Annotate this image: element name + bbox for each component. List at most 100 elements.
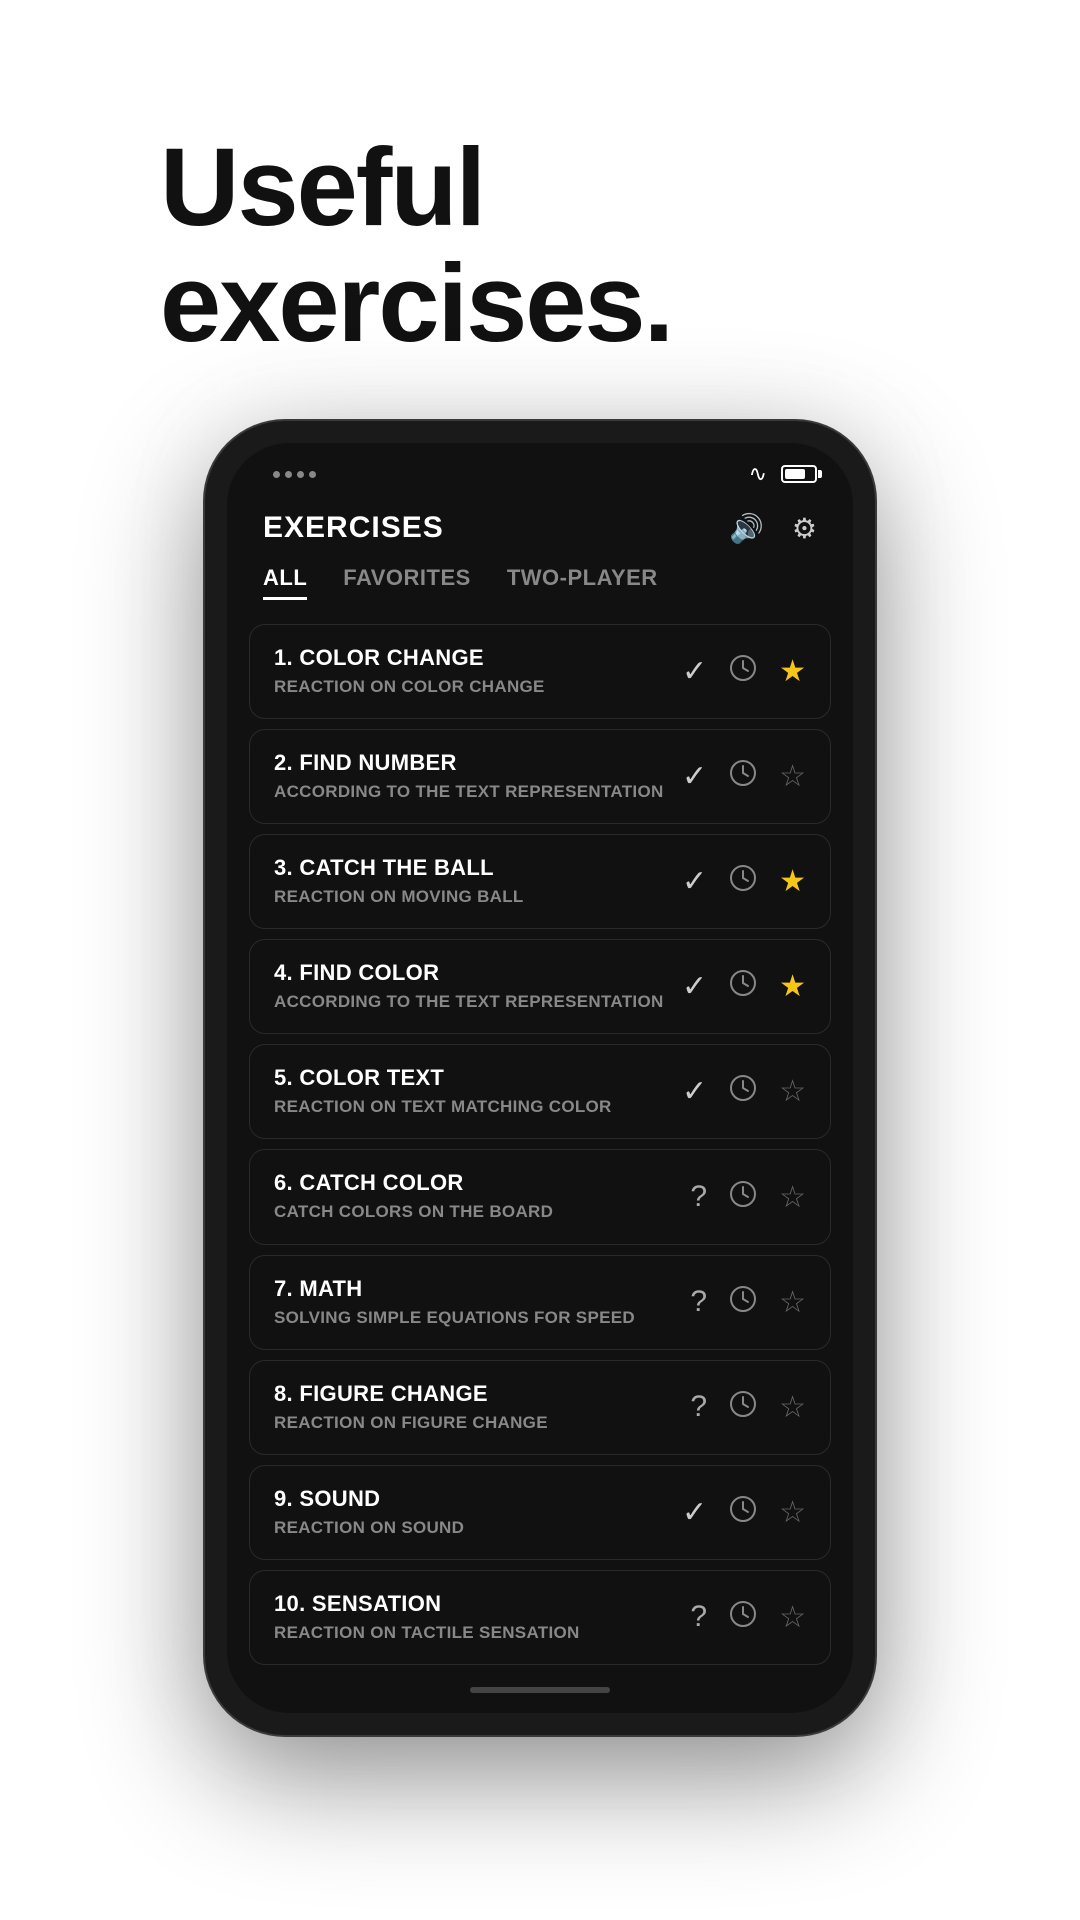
star-icon-8[interactable]: ☆ [779,1390,806,1425]
exercise-info-10: 10. SENSATION REACTION ON TACTILE SENSAT… [274,1591,672,1644]
exercise-item-5[interactable]: 5. COLOR TEXT REACTION ON TEXT MATCHING … [249,1044,831,1139]
exercise-info-5: 5. COLOR TEXT REACTION ON TEXT MATCHING … [274,1065,664,1118]
battery-icon [781,465,817,483]
exercise-info-2: 2. FIND NUMBER ACCORDING TO THE TEXT REP… [274,750,664,803]
question-icon-6: ? [690,1180,707,1214]
header-icons: 🔊 ⚙ [729,512,817,545]
clock-icon-7[interactable] [729,1285,757,1320]
exercise-info-3: 3. CATCH THE BALL REACTION ON MOVING BAL… [274,855,664,908]
app-header: EXERCISES 🔊 ⚙ [227,497,853,565]
home-bar [470,1687,610,1693]
exercise-desc-4: ACCORDING TO THE TEXT REPRESENTATION [274,991,664,1013]
phone-mockup: ∿ EXERCISES 🔊 ⚙ ALL FAVORITES TWO-PLAYER [205,421,875,1735]
exercise-name-3: 3. CATCH THE BALL [274,855,664,881]
exercise-info-7: 7. MATH SOLVING SIMPLE EQUATIONS FOR SPE… [274,1276,672,1329]
star-icon-9[interactable]: ☆ [779,1495,806,1530]
exercise-actions-5: ✓ ☆ [682,1074,806,1109]
exercise-item-3[interactable]: 3. CATCH THE BALL REACTION ON MOVING BAL… [249,834,831,929]
exercise-desc-7: SOLVING SIMPLE EQUATIONS FOR SPEED [274,1307,672,1329]
exercise-actions-7: ? ☆ [690,1285,806,1320]
exercise-info-8: 8. FIGURE CHANGE REACTION ON FIGURE CHAN… [274,1381,672,1434]
wifi-icon: ∿ [749,461,767,487]
exercise-desc-2: ACCORDING TO THE TEXT REPRESENTATION [274,781,664,803]
exercise-item-9[interactable]: 9. SOUND REACTION ON SOUND ✓ ☆ [249,1465,831,1560]
exercise-name-5: 5. COLOR TEXT [274,1065,664,1091]
exercise-desc-8: REACTION ON FIGURE CHANGE [274,1412,672,1434]
page-header: Useful exercises. [0,0,1080,421]
tab-two-player[interactable]: TWO-PLAYER [507,565,658,600]
tabs-bar: ALL FAVORITES TWO-PLAYER [227,565,853,624]
exercise-desc-3: REACTION ON MOVING BALL [274,886,664,908]
exercise-desc-5: REACTION ON TEXT MATCHING COLOR [274,1096,664,1118]
exercise-desc-6: CATCH COLORS ON THE BOARD [274,1201,672,1223]
clock-icon-2[interactable] [729,759,757,794]
check-icon-4: ✓ [682,969,707,1004]
exercise-name-4: 4. FIND COLOR [274,960,664,986]
star-icon-4[interactable]: ★ [779,969,806,1004]
check-icon-3: ✓ [682,864,707,899]
phone-inner: ∿ EXERCISES 🔊 ⚙ ALL FAVORITES TWO-PLAYER [227,443,853,1713]
exercise-actions-1: ✓ ★ [682,654,806,689]
star-icon-3[interactable]: ★ [779,864,806,899]
star-icon-6[interactable]: ☆ [779,1180,806,1215]
check-icon-9: ✓ [682,1495,707,1530]
exercise-name-8: 8. FIGURE CHANGE [274,1381,672,1407]
exercise-name-7: 7. MATH [274,1276,672,1302]
exercise-item-8[interactable]: 8. FIGURE CHANGE REACTION ON FIGURE CHAN… [249,1360,831,1455]
tab-all[interactable]: ALL [263,565,307,600]
home-indicator [227,1675,853,1713]
phone-outer: ∿ EXERCISES 🔊 ⚙ ALL FAVORITES TWO-PLAYER [205,421,875,1735]
exercise-list: 1. COLOR CHANGE REACTION ON COLOR CHANGE… [227,624,853,1675]
check-icon-1: ✓ [682,654,707,689]
exercise-info-6: 6. CATCH COLOR CATCH COLORS ON THE BOARD [274,1170,672,1223]
exercise-item-1[interactable]: 1. COLOR CHANGE REACTION ON COLOR CHANGE… [249,624,831,719]
clock-icon-5[interactable] [729,1074,757,1109]
app-screen-title: EXERCISES [263,511,444,545]
exercise-desc-9: REACTION ON SOUND [274,1517,664,1539]
exercise-item-10[interactable]: 10. SENSATION REACTION ON TACTILE SENSAT… [249,1570,831,1665]
clock-icon-10[interactable] [729,1600,757,1635]
clock-icon-3[interactable] [729,864,757,899]
clock-icon-8[interactable] [729,1390,757,1425]
exercise-name-6: 6. CATCH COLOR [274,1170,672,1196]
question-icon-7: ? [690,1285,707,1319]
exercise-name-10: 10. SENSATION [274,1591,672,1617]
exercise-info-1: 1. COLOR CHANGE REACTION ON COLOR CHANGE [274,645,664,698]
question-icon-8: ? [690,1390,707,1424]
exercise-item-6[interactable]: 6. CATCH COLOR CATCH COLORS ON THE BOARD… [249,1149,831,1244]
exercise-item-7[interactable]: 7. MATH SOLVING SIMPLE EQUATIONS FOR SPE… [249,1255,831,1350]
star-icon-2[interactable]: ☆ [779,759,806,794]
check-icon-5: ✓ [682,1074,707,1109]
question-icon-10: ? [690,1600,707,1634]
exercise-actions-10: ? ☆ [690,1600,806,1635]
check-icon-2: ✓ [682,759,707,794]
status-bar: ∿ [227,443,853,497]
exercise-item-2[interactable]: 2. FIND NUMBER ACCORDING TO THE TEXT REP… [249,729,831,824]
settings-icon[interactable]: ⚙ [792,512,817,545]
exercise-item-4[interactable]: 4. FIND COLOR ACCORDING TO THE TEXT REPR… [249,939,831,1034]
star-icon-7[interactable]: ☆ [779,1285,806,1320]
page-title: Useful exercises. [160,130,1080,361]
exercise-desc-10: REACTION ON TACTILE SENSATION [274,1622,672,1644]
clock-icon-1[interactable] [729,654,757,689]
exercise-name-2: 2. FIND NUMBER [274,750,664,776]
clock-icon-6[interactable] [729,1180,757,1215]
star-icon-1[interactable]: ★ [779,654,806,689]
star-icon-5[interactable]: ☆ [779,1074,806,1109]
exercise-actions-3: ✓ ★ [682,864,806,899]
exercise-info-9: 9. SOUND REACTION ON SOUND [274,1486,664,1539]
exercise-name-9: 9. SOUND [274,1486,664,1512]
exercise-actions-8: ? ☆ [690,1390,806,1425]
exercise-actions-2: ✓ ☆ [682,759,806,794]
exercise-info-4: 4. FIND COLOR ACCORDING TO THE TEXT REPR… [274,960,664,1013]
tab-favorites[interactable]: FAVORITES [343,565,471,600]
clock-icon-9[interactable] [729,1495,757,1530]
star-icon-10[interactable]: ☆ [779,1600,806,1635]
clock-icon-4[interactable] [729,969,757,1004]
exercise-desc-1: REACTION ON COLOR CHANGE [274,676,664,698]
sound-icon[interactable]: 🔊 [729,512,764,545]
exercise-actions-4: ✓ ★ [682,969,806,1004]
exercise-actions-6: ? ☆ [690,1180,806,1215]
exercise-name-1: 1. COLOR CHANGE [274,645,664,671]
exercise-actions-9: ✓ ☆ [682,1495,806,1530]
